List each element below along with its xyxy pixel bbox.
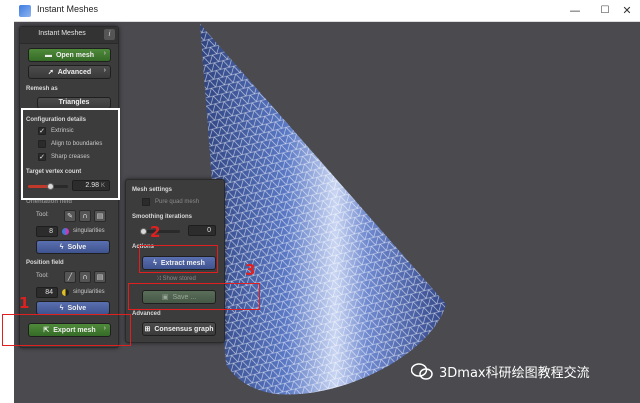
annotation-1: 1 bbox=[19, 294, 30, 312]
extract-highlight-box bbox=[139, 245, 218, 273]
open-mesh-label: Open mesh bbox=[55, 51, 95, 59]
watermark: 3Dmax科研绘图教程交流 bbox=[410, 362, 590, 381]
orient-attractor-tool[interactable]: ∩ bbox=[79, 210, 91, 222]
consensus-graph-button[interactable]: ⊞ Consensus graph bbox=[142, 322, 216, 336]
panel-title: Instant Meshes bbox=[38, 30, 86, 37]
smoothing-label: Smoothing iterations bbox=[132, 214, 192, 220]
pure-quad-checkbox[interactable] bbox=[142, 198, 150, 206]
app-icon bbox=[19, 5, 31, 17]
window-title: Instant Meshes bbox=[37, 4, 99, 14]
chevron-right-icon: › bbox=[103, 67, 106, 74]
pos-tool-label: Tool: bbox=[36, 273, 49, 279]
save-highlight-box bbox=[128, 283, 260, 310]
pos-brush-tool[interactable]: ╱ bbox=[64, 271, 76, 283]
export-highlight-box bbox=[2, 314, 131, 346]
orient-tool-label: Tool: bbox=[36, 212, 49, 218]
annotation-2: 2 bbox=[150, 223, 161, 241]
advanced-section-label: Advanced bbox=[132, 311, 161, 317]
window-titlebar: Instant Meshes — ☐ ✕ bbox=[14, 0, 640, 22]
pos-singularities-count: 84 bbox=[36, 287, 58, 298]
config-highlight-box bbox=[21, 108, 120, 200]
remesh-as-label: Remesh as bbox=[26, 86, 58, 92]
orient-singularity-color bbox=[62, 228, 69, 235]
annotation-3: 3 bbox=[245, 261, 256, 279]
mesh-settings-label: Mesh settings bbox=[132, 187, 173, 193]
orient-solve-button[interactable]: ϟ Solve bbox=[36, 240, 110, 254]
watermark-text: 3Dmax科研绘图教程交流 bbox=[439, 366, 590, 381]
rocket-icon: ➚ bbox=[47, 69, 54, 76]
pos-solve-button[interactable]: ϟ Solve bbox=[36, 301, 110, 315]
show-stored-label: Show stored bbox=[162, 276, 196, 282]
minimize-button[interactable]: — bbox=[564, 2, 586, 20]
pos-solve-label: Solve bbox=[67, 304, 87, 312]
chevron-right-icon: › bbox=[103, 50, 106, 57]
bolt-icon: ϟ bbox=[59, 304, 64, 312]
advanced-button[interactable]: ➚ Advanced › bbox=[28, 65, 111, 79]
position-field-label: Position field bbox=[26, 260, 64, 266]
maximize-button[interactable]: ☐ bbox=[594, 2, 616, 20]
info-button[interactable]: i bbox=[104, 29, 115, 40]
orient-edge-tool[interactable]: ▤ bbox=[94, 210, 106, 222]
wechat-icon bbox=[410, 362, 433, 381]
graph-icon: ⊞ bbox=[144, 326, 151, 333]
orient-brush-tool[interactable]: ✎ bbox=[64, 210, 76, 222]
pos-attractor-tool[interactable]: ∩ bbox=[79, 271, 91, 283]
orient-singularities-count: 8 bbox=[36, 226, 58, 237]
advanced-label: Advanced bbox=[57, 68, 92, 76]
smoothing-input[interactable]: 0 bbox=[188, 225, 216, 236]
pos-singularities-label: singularities bbox=[73, 289, 105, 295]
slider-knob[interactable] bbox=[140, 228, 147, 235]
pos-edge-tool[interactable]: ▤ bbox=[94, 271, 106, 283]
panel-header: Instant Meshes i bbox=[20, 27, 118, 44]
consensus-graph-label: Consensus graph bbox=[154, 325, 214, 333]
open-mesh-button[interactable]: ▬ Open mesh › bbox=[28, 48, 111, 62]
pos-singularity-color bbox=[62, 289, 69, 296]
orient-solve-label: Solve bbox=[67, 243, 87, 251]
orient-singularities-label: singularities bbox=[73, 228, 105, 234]
pure-quad-label: Pure quad mesh bbox=[155, 199, 200, 205]
bolt-icon: ϟ bbox=[59, 243, 64, 251]
close-button[interactable]: ✕ bbox=[616, 2, 638, 20]
show-stored-button[interactable]: ⤨ Show stored bbox=[156, 276, 196, 283]
folder-icon: ▬ bbox=[44, 51, 52, 59]
